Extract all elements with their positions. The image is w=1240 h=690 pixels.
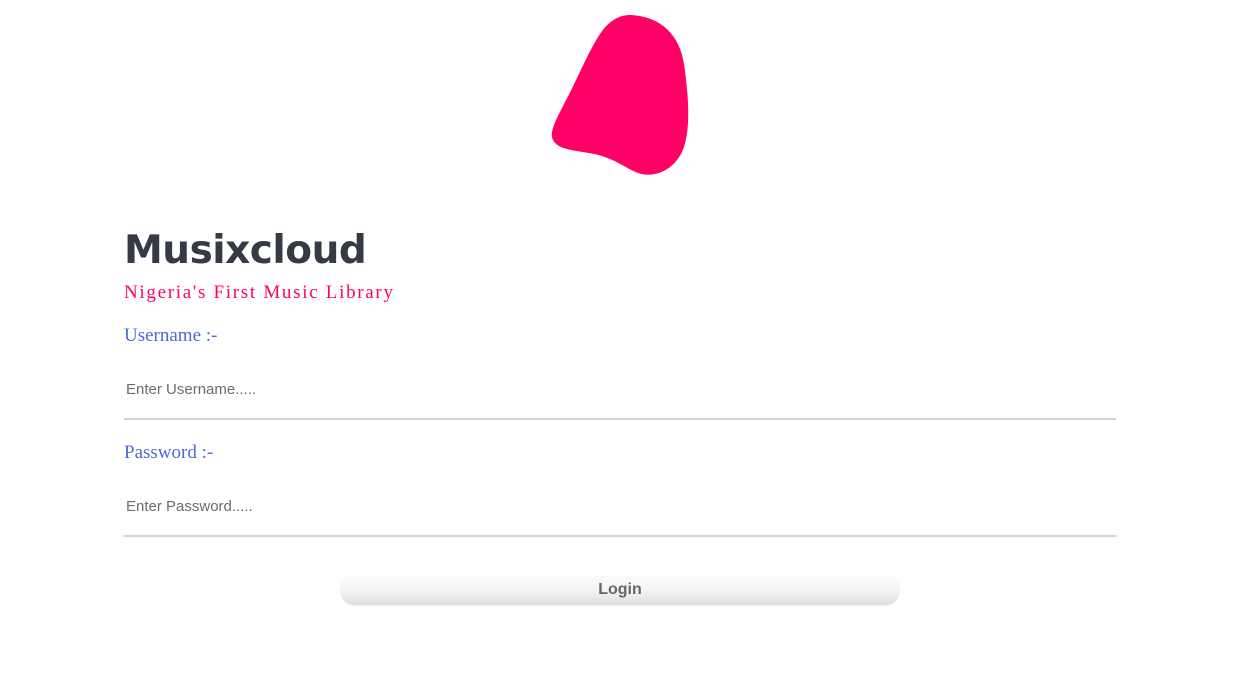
logo-blob-icon (551, 15, 689, 175)
login-form: Musixcloud Nigeria's First Music Library… (124, 226, 1116, 537)
password-input[interactable] (124, 477, 1116, 537)
password-label: Password :- (124, 442, 214, 463)
username-label: Username :- (124, 325, 218, 346)
username-input[interactable] (124, 360, 1116, 420)
app-tagline: Nigeria's First Music Library (124, 282, 395, 303)
login-button[interactable]: Login (340, 575, 900, 605)
app-title: Musixcloud (124, 228, 367, 273)
logo-blob-shape (551, 15, 689, 175)
